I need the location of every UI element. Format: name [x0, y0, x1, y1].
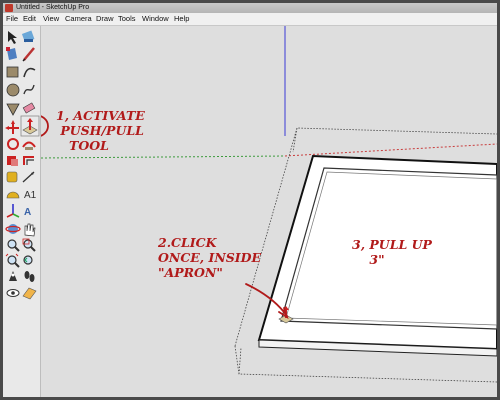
drawing-canvas[interactable]: 1, ACTIVATE PUSH/PULL TOOL 2.CLICK ONCE,…	[41, 26, 497, 397]
annotation-step2: 2.CLICK ONCE, INSIDE "APRON"	[158, 235, 262, 280]
paint-bucket-tool-icon[interactable]	[21, 30, 35, 43]
offset-tool-icon[interactable]	[23, 156, 34, 165]
tape-measure-tool-icon[interactable]	[6, 171, 18, 183]
menu-file[interactable]: File	[6, 13, 18, 25]
arc-tool-icon[interactable]	[23, 67, 36, 78]
menu-window[interactable]: Window	[142, 13, 169, 25]
push-pull-tool-icon[interactable]	[20, 115, 40, 137]
zoom-window-tool-icon[interactable]	[22, 238, 36, 252]
move-tool-icon[interactable]	[5, 120, 19, 134]
red-axis	[284, 143, 497, 157]
protractor-tool-icon[interactable]	[6, 191, 20, 199]
title-bar: Untitled - SketchUp Pro	[3, 3, 497, 13]
section-plane-icon[interactable]	[22, 287, 37, 300]
annotation-step1: 1, ACTIVATE PUSH/PULL TOOL	[56, 108, 145, 153]
svg-text:A: A	[24, 207, 31, 218]
orbit-tool-icon[interactable]	[5, 224, 21, 234]
menu-draw[interactable]: Draw	[96, 13, 114, 25]
follow-me-tool-icon[interactable]	[22, 141, 36, 151]
svg-text:A1: A1	[24, 190, 37, 201]
text-tool-icon[interactable]: A1	[24, 190, 37, 201]
freehand-tool-icon[interactable]	[23, 84, 35, 95]
rectangle-tool-icon[interactable]	[6, 66, 19, 78]
menu-camera[interactable]: Camera	[65, 13, 92, 25]
walk-tool-icon[interactable]	[24, 271, 35, 282]
menu-edit[interactable]: Edit	[23, 13, 36, 25]
menu-help[interactable]: Help	[174, 13, 189, 25]
menu-bar: File Edit View Camera Draw Tools Window …	[3, 13, 497, 26]
screen-frame: Untitled - SketchUp Pro File Edit View C…	[0, 0, 500, 400]
pan-tool-icon[interactable]	[24, 223, 36, 237]
menu-tools[interactable]: Tools	[118, 13, 136, 25]
window-title: Untitled - SketchUp Pro	[16, 4, 90, 11]
annotation-step3: 3, PULL UP 3"	[352, 237, 432, 267]
look-around-icon[interactable]	[6, 289, 20, 297]
pencil-line-tool-icon[interactable]	[22, 47, 35, 62]
3d-text-tool-icon[interactable]: A	[24, 207, 31, 218]
rotate-tool-icon[interactable]	[7, 138, 19, 150]
sketchup-app-icon	[5, 4, 13, 12]
eraser-tool-icon[interactable]	[22, 102, 36, 114]
previous-view-icon[interactable]	[23, 255, 33, 265]
sketchup-window: Untitled - SketchUp Pro File Edit View C…	[3, 3, 497, 397]
position-camera-icon[interactable]	[9, 271, 17, 281]
green-axis	[41, 155, 286, 159]
make-component-icon[interactable]	[6, 47, 17, 60]
circle-tool-icon[interactable]	[6, 83, 20, 97]
dimension-tool-icon[interactable]	[22, 171, 35, 183]
axes-tool-icon[interactable]	[6, 204, 20, 218]
tool-palette: A1 A	[3, 26, 41, 397]
polygon-tool-icon[interactable]	[6, 103, 20, 116]
menu-view[interactable]: View	[43, 13, 59, 25]
scale-tool-icon[interactable]	[7, 156, 18, 166]
select-tool-icon[interactable]	[8, 31, 17, 44]
zoom-tool-icon[interactable]	[7, 239, 20, 252]
zoom-extents-icon[interactable]	[5, 253, 20, 268]
